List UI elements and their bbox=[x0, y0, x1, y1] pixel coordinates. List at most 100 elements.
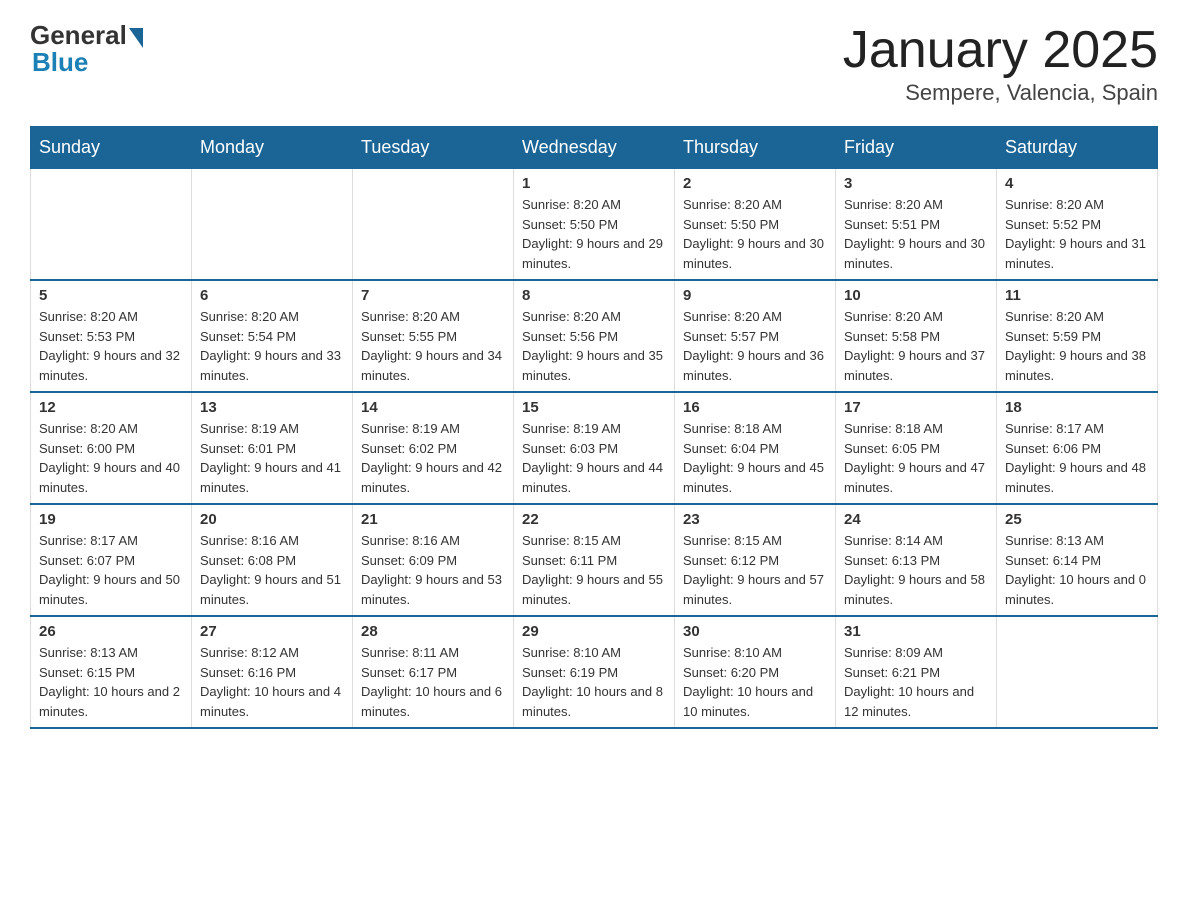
calendar-cell: 14 Sunrise: 8:19 AM Sunset: 6:02 PM Dayli… bbox=[353, 392, 514, 504]
title-block: January 2025 Sempere, Valencia, Spain bbox=[843, 20, 1158, 106]
day-info: Sunrise: 8:20 AM Sunset: 5:50 PM Dayligh… bbox=[683, 195, 827, 273]
day-number: 10 bbox=[844, 287, 988, 304]
calendar-cell: 11 Sunrise: 8:20 AM Sunset: 5:59 PM Dayli… bbox=[997, 280, 1158, 392]
day-info: Sunrise: 8:19 AM Sunset: 6:01 PM Dayligh… bbox=[200, 419, 344, 497]
day-info: Sunrise: 8:10 AM Sunset: 6:20 PM Dayligh… bbox=[683, 643, 827, 721]
day-number: 26 bbox=[39, 623, 183, 640]
day-info: Sunrise: 8:10 AM Sunset: 6:19 PM Dayligh… bbox=[522, 643, 666, 721]
day-number: 24 bbox=[844, 511, 988, 528]
day-info: Sunrise: 8:17 AM Sunset: 6:06 PM Dayligh… bbox=[1005, 419, 1149, 497]
day-number: 3 bbox=[844, 175, 988, 192]
day-number: 18 bbox=[1005, 399, 1149, 416]
day-number: 1 bbox=[522, 175, 666, 192]
calendar-week-row: 26 Sunrise: 8:13 AM Sunset: 6:15 PM Dayli… bbox=[31, 616, 1158, 728]
calendar-cell: 8 Sunrise: 8:20 AM Sunset: 5:56 PM Daylig… bbox=[514, 280, 675, 392]
day-number: 29 bbox=[522, 623, 666, 640]
day-header-sunday: Sunday bbox=[31, 127, 192, 169]
day-number: 2 bbox=[683, 175, 827, 192]
day-number: 31 bbox=[844, 623, 988, 640]
day-info: Sunrise: 8:20 AM Sunset: 5:58 PM Dayligh… bbox=[844, 307, 988, 385]
calendar-cell: 16 Sunrise: 8:18 AM Sunset: 6:04 PM Dayli… bbox=[675, 392, 836, 504]
day-info: Sunrise: 8:12 AM Sunset: 6:16 PM Dayligh… bbox=[200, 643, 344, 721]
calendar-cell: 24 Sunrise: 8:14 AM Sunset: 6:13 PM Dayli… bbox=[836, 504, 997, 616]
calendar-cell: 30Sunrise: 8:10 AM Sunset: 6:20 PM Dayli… bbox=[675, 616, 836, 728]
calendar-cell: 3 Sunrise: 8:20 AM Sunset: 5:51 PM Daylig… bbox=[836, 169, 997, 281]
calendar-cell: 22 Sunrise: 8:15 AM Sunset: 6:11 PM Dayli… bbox=[514, 504, 675, 616]
calendar-cell: 18 Sunrise: 8:17 AM Sunset: 6:06 PM Dayli… bbox=[997, 392, 1158, 504]
calendar-cell bbox=[192, 169, 353, 281]
day-number: 7 bbox=[361, 287, 505, 304]
day-header-tuesday: Tuesday bbox=[353, 127, 514, 169]
logo-blue-text: Blue bbox=[32, 47, 88, 78]
calendar-cell: 25Sunrise: 8:13 AM Sunset: 6:14 PM Dayli… bbox=[997, 504, 1158, 616]
day-header-monday: Monday bbox=[192, 127, 353, 169]
calendar-cell: 20Sunrise: 8:16 AM Sunset: 6:08 PM Dayli… bbox=[192, 504, 353, 616]
day-info: Sunrise: 8:11 AM Sunset: 6:17 PM Dayligh… bbox=[361, 643, 505, 721]
day-number: 20 bbox=[200, 511, 344, 528]
calendar-cell: 23 Sunrise: 8:15 AM Sunset: 6:12 PM Dayli… bbox=[675, 504, 836, 616]
day-number: 4 bbox=[1005, 175, 1149, 192]
calendar-cell: 9Sunrise: 8:20 AM Sunset: 5:57 PM Daylig… bbox=[675, 280, 836, 392]
calendar-table: SundayMondayTuesdayWednesdayThursdayFrid… bbox=[30, 126, 1158, 729]
day-info: Sunrise: 8:17 AM Sunset: 6:07 PM Dayligh… bbox=[39, 531, 183, 609]
day-number: 27 bbox=[200, 623, 344, 640]
day-number: 17 bbox=[844, 399, 988, 416]
day-header-friday: Friday bbox=[836, 127, 997, 169]
calendar-title: January 2025 bbox=[843, 20, 1158, 80]
day-info: Sunrise: 8:16 AM Sunset: 6:09 PM Dayligh… bbox=[361, 531, 505, 609]
calendar-cell: 13Sunrise: 8:19 AM Sunset: 6:01 PM Dayli… bbox=[192, 392, 353, 504]
day-info: Sunrise: 8:15 AM Sunset: 6:11 PM Dayligh… bbox=[522, 531, 666, 609]
day-number: 16 bbox=[683, 399, 827, 416]
day-number: 12 bbox=[39, 399, 183, 416]
calendar-header-row: SundayMondayTuesdayWednesdayThursdayFrid… bbox=[31, 127, 1158, 169]
day-header-saturday: Saturday bbox=[997, 127, 1158, 169]
day-number: 25 bbox=[1005, 511, 1149, 528]
calendar-cell: 2 Sunrise: 8:20 AM Sunset: 5:50 PM Daylig… bbox=[675, 169, 836, 281]
calendar-cell: 1 Sunrise: 8:20 AM Sunset: 5:50 PM Daylig… bbox=[514, 169, 675, 281]
day-info: Sunrise: 8:20 AM Sunset: 5:52 PM Dayligh… bbox=[1005, 195, 1149, 273]
day-info: Sunrise: 8:20 AM Sunset: 5:56 PM Dayligh… bbox=[522, 307, 666, 385]
calendar-cell: 5Sunrise: 8:20 AM Sunset: 5:53 PM Daylig… bbox=[31, 280, 192, 392]
day-number: 28 bbox=[361, 623, 505, 640]
day-header-wednesday: Wednesday bbox=[514, 127, 675, 169]
day-info: Sunrise: 8:18 AM Sunset: 6:04 PM Dayligh… bbox=[683, 419, 827, 497]
calendar-cell: 4 Sunrise: 8:20 AM Sunset: 5:52 PM Daylig… bbox=[997, 169, 1158, 281]
day-info: Sunrise: 8:13 AM Sunset: 6:15 PM Dayligh… bbox=[39, 643, 183, 721]
day-number: 14 bbox=[361, 399, 505, 416]
day-info: Sunrise: 8:20 AM Sunset: 5:59 PM Dayligh… bbox=[1005, 307, 1149, 385]
calendar-cell: 28 Sunrise: 8:11 AM Sunset: 6:17 PM Dayli… bbox=[353, 616, 514, 728]
calendar-cell: 27 Sunrise: 8:12 AM Sunset: 6:16 PM Dayli… bbox=[192, 616, 353, 728]
calendar-cell: 26 Sunrise: 8:13 AM Sunset: 6:15 PM Dayli… bbox=[31, 616, 192, 728]
calendar-cell bbox=[997, 616, 1158, 728]
calendar-week-row: 19 Sunrise: 8:17 AM Sunset: 6:07 PM Dayli… bbox=[31, 504, 1158, 616]
calendar-cell: 6Sunrise: 8:20 AM Sunset: 5:54 PM Daylig… bbox=[192, 280, 353, 392]
calendar-cell: 17 Sunrise: 8:18 AM Sunset: 6:05 PM Dayli… bbox=[836, 392, 997, 504]
calendar-cell: 10 Sunrise: 8:20 AM Sunset: 5:58 PM Dayli… bbox=[836, 280, 997, 392]
day-number: 21 bbox=[361, 511, 505, 528]
logo-triangle-icon bbox=[129, 28, 143, 48]
day-info: Sunrise: 8:19 AM Sunset: 6:02 PM Dayligh… bbox=[361, 419, 505, 497]
day-info: Sunrise: 8:14 AM Sunset: 6:13 PM Dayligh… bbox=[844, 531, 988, 609]
day-info: Sunrise: 8:20 AM Sunset: 5:50 PM Dayligh… bbox=[522, 195, 666, 273]
day-number: 23 bbox=[683, 511, 827, 528]
calendar-cell: 31 Sunrise: 8:09 AM Sunset: 6:21 PM Dayli… bbox=[836, 616, 997, 728]
day-info: Sunrise: 8:20 AM Sunset: 5:55 PM Dayligh… bbox=[361, 307, 505, 385]
logo: General Blue bbox=[30, 20, 143, 78]
day-info: Sunrise: 8:20 AM Sunset: 5:51 PM Dayligh… bbox=[844, 195, 988, 273]
day-header-thursday: Thursday bbox=[675, 127, 836, 169]
day-number: 22 bbox=[522, 511, 666, 528]
calendar-cell bbox=[31, 169, 192, 281]
day-number: 6 bbox=[200, 287, 344, 304]
day-number: 19 bbox=[39, 511, 183, 528]
day-number: 15 bbox=[522, 399, 666, 416]
day-info: Sunrise: 8:19 AM Sunset: 6:03 PM Dayligh… bbox=[522, 419, 666, 497]
calendar-week-row: 1 Sunrise: 8:20 AM Sunset: 5:50 PM Daylig… bbox=[31, 169, 1158, 281]
day-number: 8 bbox=[522, 287, 666, 304]
calendar-cell: 21 Sunrise: 8:16 AM Sunset: 6:09 PM Dayli… bbox=[353, 504, 514, 616]
calendar-cell: 19 Sunrise: 8:17 AM Sunset: 6:07 PM Dayli… bbox=[31, 504, 192, 616]
day-info: Sunrise: 8:15 AM Sunset: 6:12 PM Dayligh… bbox=[683, 531, 827, 609]
day-info: Sunrise: 8:18 AM Sunset: 6:05 PM Dayligh… bbox=[844, 419, 988, 497]
day-info: Sunrise: 8:09 AM Sunset: 6:21 PM Dayligh… bbox=[844, 643, 988, 721]
day-number: 11 bbox=[1005, 287, 1149, 304]
calendar-week-row: 5Sunrise: 8:20 AM Sunset: 5:53 PM Daylig… bbox=[31, 280, 1158, 392]
